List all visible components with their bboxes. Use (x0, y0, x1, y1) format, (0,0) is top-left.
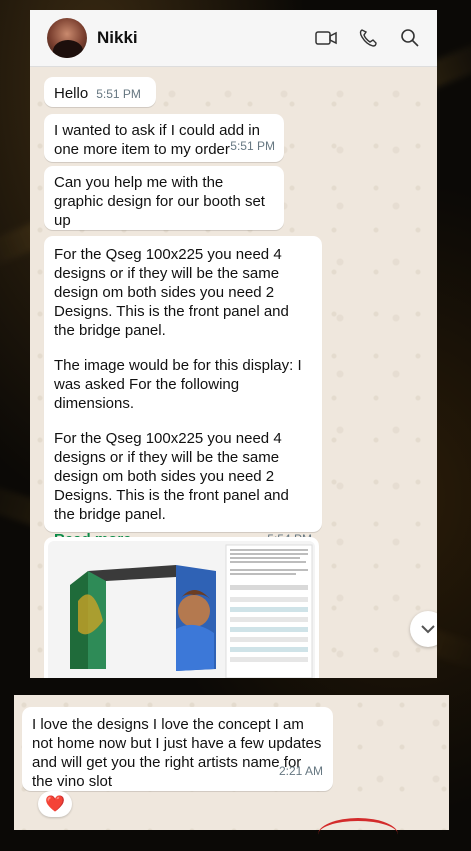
booth-display-image[interactable] (48, 541, 315, 678)
message-paragraph: The image would be for this display: I w… (54, 357, 302, 412)
chat-header: Nikki (30, 10, 437, 67)
search-icon[interactable] (399, 27, 421, 49)
header-actions (315, 27, 421, 49)
chat-window: Nikki Hello 5:51 PM I wanted to ask if I … (30, 10, 437, 678)
contact-name[interactable]: Nikki (97, 28, 138, 48)
message-bubble[interactable]: Hello 5:51 PM (44, 77, 156, 107)
video-call-icon[interactable] (315, 27, 337, 49)
message-time: 5:51 PM (96, 87, 141, 101)
second-chat-window: I love the designs I love the concept I … (14, 695, 449, 830)
message-bubble[interactable]: For the Qseg 100x225 you need 4 designs … (44, 236, 322, 548)
media-message[interactable] (44, 537, 319, 678)
message-text: Hello (54, 85, 89, 102)
message-text: I love the designs I love the concept I … (32, 716, 322, 790)
message-paragraph: For the Qseg 100x225 you need 4 designs … (54, 430, 289, 523)
annotation-arc (318, 818, 398, 851)
heart-reaction-icon[interactable]: ❤️ (38, 791, 72, 817)
message-bubble[interactable]: I wanted to ask if I could add in one mo… (44, 114, 284, 162)
message-text: Can you help me with the graphic design … (54, 174, 265, 229)
message-time: 2:21 AM (278, 764, 323, 778)
avatar[interactable] (47, 18, 87, 58)
message-paragraph: For the Qseg 100x225 you need 4 designs … (54, 246, 289, 339)
message-bubble[interactable]: I love the designs I love the concept I … (22, 707, 333, 791)
message-bubble[interactable]: Can you help me with the graphic design … (44, 166, 284, 248)
message-time: 5:51 PM (230, 139, 275, 153)
phone-icon[interactable] (357, 27, 379, 49)
chevron-down-icon (421, 624, 435, 633)
